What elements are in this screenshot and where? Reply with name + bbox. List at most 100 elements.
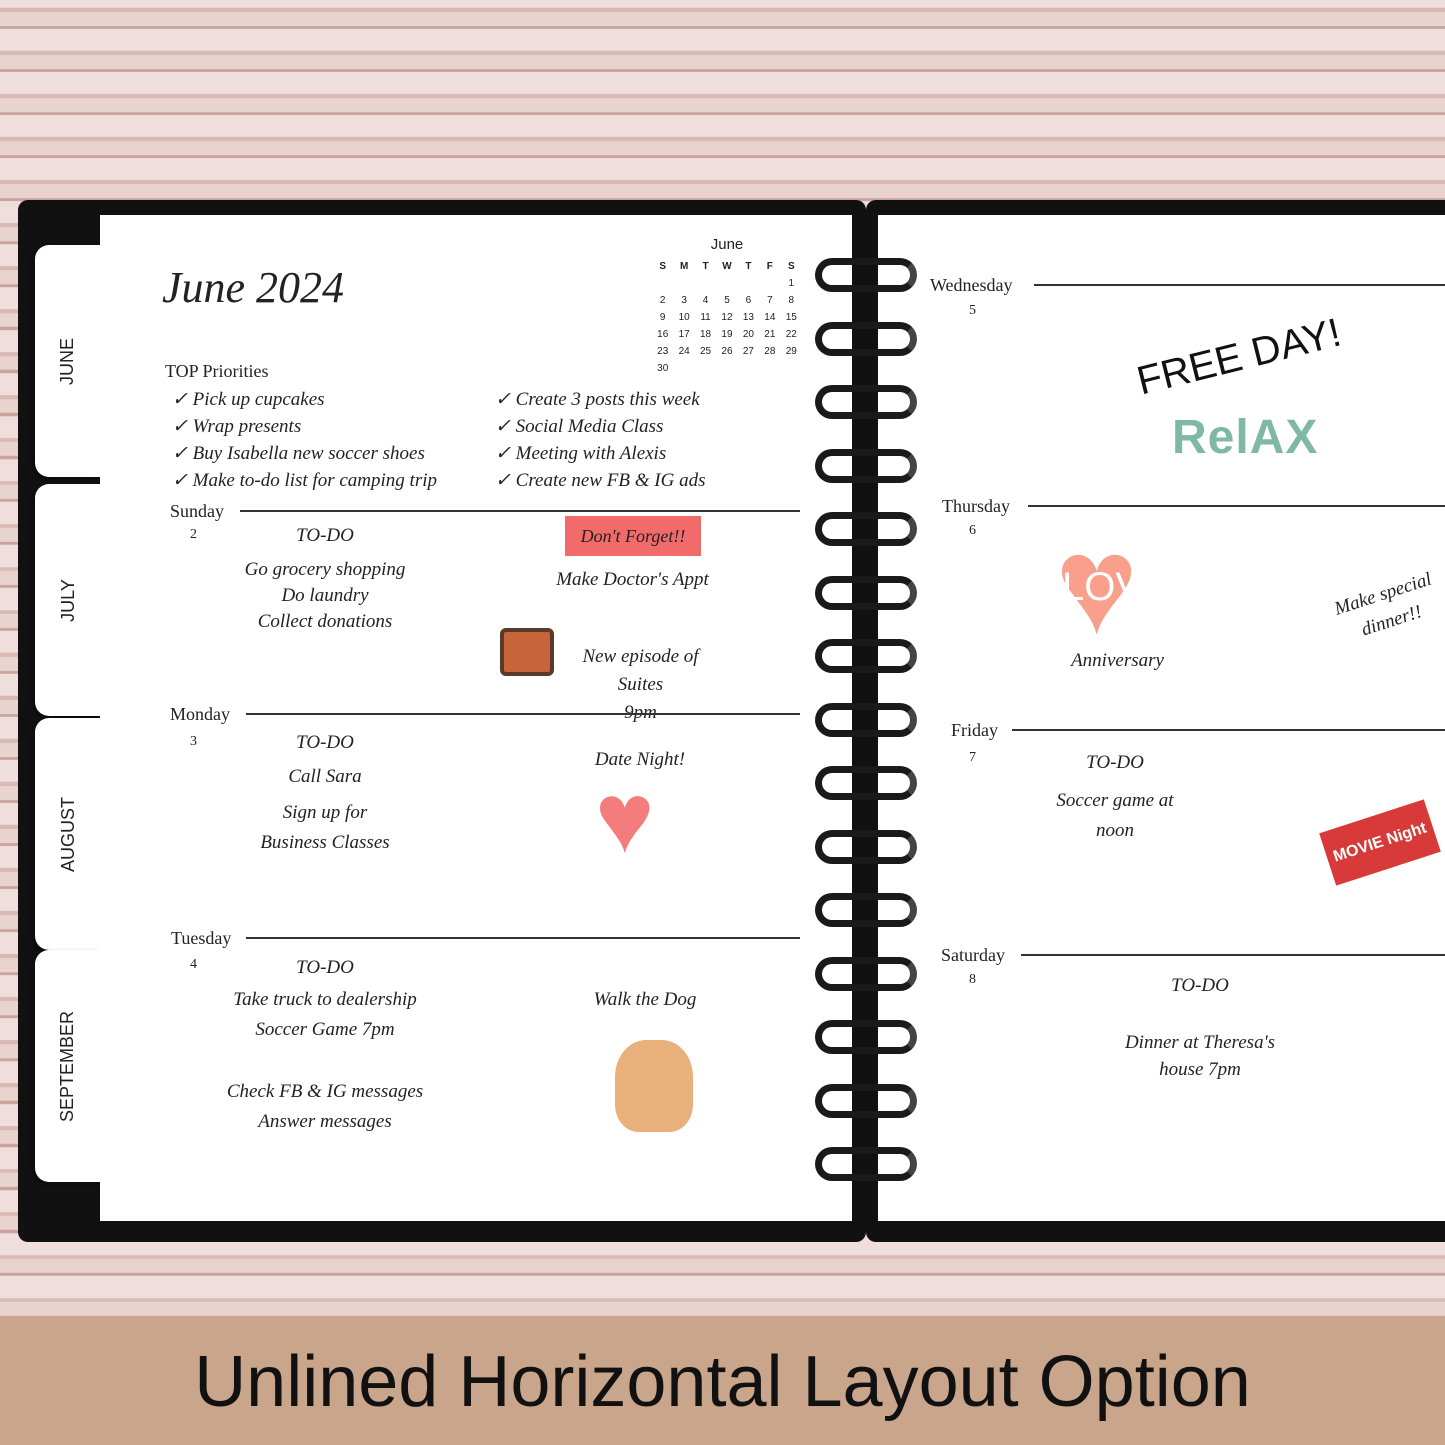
calendar-day[interactable]: 26 — [716, 346, 737, 357]
tab-label: JULY — [57, 578, 78, 622]
todo-label: TO-DO — [1171, 975, 1229, 996]
calendar-day[interactable]: 29 — [781, 346, 802, 357]
tab-september[interactable]: SEPTEMBER — [35, 950, 101, 1182]
calendar-day[interactable]: 6 — [738, 295, 759, 306]
tv-icon — [500, 628, 554, 676]
note: Make Doctor's Appt — [556, 569, 709, 590]
calendar-day[interactable]: 9 — [652, 312, 673, 323]
note: Walk the Dog — [593, 989, 697, 1010]
calendar-day[interactable]: 8 — [781, 295, 802, 306]
calendar-day[interactable]: 22 — [781, 329, 802, 340]
tab-july[interactable]: JULY — [35, 484, 101, 716]
calendar-day — [738, 278, 759, 289]
spiral-ring — [815, 702, 917, 737]
checkmark-icon: ✓ — [495, 389, 516, 410]
tab-june[interactable]: JUNE — [35, 245, 101, 477]
day-number: 3 — [190, 734, 197, 749]
calendar-day — [759, 278, 780, 289]
calendar-day[interactable]: 5 — [716, 295, 737, 306]
todo-item: Sign up for — [282, 802, 368, 823]
calendar-day[interactable]: 27 — [738, 346, 759, 357]
calendar-day[interactable]: 14 — [759, 312, 780, 323]
calendar-day[interactable]: 17 — [673, 329, 694, 340]
day-saturday: Saturday — [941, 945, 1005, 965]
checkmark-icon: ✓ — [495, 470, 516, 491]
todo-item: Answer messages — [258, 1111, 392, 1132]
calendar-day[interactable]: 4 — [695, 295, 716, 306]
priorities-right: ✓ Create 3 posts this week ✓ Social Media… — [495, 386, 705, 494]
calendar-day[interactable]: 13 — [738, 312, 759, 323]
day-sunday: Sunday — [170, 501, 224, 521]
priorities-left: ✓ Pick up cupcakes ✓ Wrap presents ✓ Buy I… — [172, 386, 437, 494]
checkmark-icon: ✓ — [172, 443, 193, 464]
todo-label: TO-DO — [296, 957, 354, 978]
todo-item: Check FB & IG messages — [226, 1081, 424, 1102]
calendar-day[interactable]: 7 — [759, 295, 780, 306]
spiral-ring — [815, 893, 917, 927]
spiral-ring — [815, 639, 917, 673]
priority-item: ✓ Buy Isabella new soccer shoes — [172, 440, 437, 467]
calendar-day[interactable]: 21 — [759, 329, 780, 340]
weekday-label: T — [702, 261, 709, 272]
weekday-label: M — [679, 261, 689, 272]
priority-text: Meeting with Alexis — [515, 443, 667, 464]
calendar-day[interactable]: 30 — [652, 363, 673, 374]
todo-item: Go grocery shopping — [244, 559, 406, 580]
calendar-day[interactable]: 16 — [652, 329, 673, 340]
friday-todo: TO-DO Soccer game at noon — [1030, 746, 1200, 846]
calendar-day[interactable]: 24 — [673, 346, 694, 357]
calendar-day[interactable]: 10 — [673, 312, 694, 323]
banner-text: Unlined Horizontal Layout Option — [194, 1341, 1251, 1422]
priority-item: ✓ Make to-do list for camping trip — [172, 467, 437, 494]
calendar-day — [673, 278, 694, 289]
calendar-day[interactable]: 1 — [781, 278, 802, 289]
priority-item: ✓ Pick up cupcakes — [172, 386, 437, 413]
priority-text: Create new FB & IG ads — [515, 470, 706, 491]
weekday-label: T — [745, 261, 752, 272]
tab-august[interactable]: AUGUST — [35, 718, 101, 950]
page-title: June 2024 — [162, 263, 345, 312]
weekday-label: S — [659, 261, 667, 272]
calendar-month: June — [710, 236, 744, 253]
weekday-label: W — [722, 261, 732, 272]
monday-todo: TO-DO Call Sara Sign up for Business Cla… — [225, 726, 425, 858]
calendar-day[interactable]: 12 — [716, 312, 737, 323]
dont-forget-sticker: Don't Forget!! — [565, 516, 701, 556]
calendar-day — [695, 278, 716, 289]
tab-label: AUGUST — [57, 796, 78, 872]
day-number: 6 — [969, 523, 976, 538]
day-thursday: Thursday — [942, 496, 1010, 516]
note: Anniversary — [1071, 650, 1164, 671]
calendar-day[interactable]: 18 — [695, 329, 716, 340]
spiral-ring — [815, 956, 917, 991]
todo-label: TO-DO — [296, 732, 354, 753]
todo-item: Soccer Game 7pm — [255, 1019, 395, 1040]
day-tuesday: Tuesday — [171, 928, 232, 948]
spiral-ring — [815, 321, 917, 356]
spiral-ring — [815, 1083, 917, 1118]
priority-item: ✓ Wrap presents — [172, 413, 437, 440]
saturday-todo: TO-DO Dinner at Theresa's house 7pm — [1100, 972, 1300, 1083]
divider — [1021, 954, 1445, 956]
calendar-day[interactable]: 2 — [652, 295, 673, 306]
tuesday-todo: TO-DO Take truck to dealership Soccer Ga… — [205, 953, 445, 1137]
day-number: 7 — [969, 750, 976, 765]
priority-item: ✓ Social Media Class — [495, 413, 705, 440]
dog-icon — [615, 1040, 693, 1132]
day-wednesday: Wednesday — [930, 275, 1013, 295]
spiral-ring — [815, 766, 917, 800]
priority-item: ✓ Meeting with Alexis — [495, 440, 705, 467]
weekday-label: S — [787, 261, 795, 272]
calendar-day[interactable]: 15 — [781, 312, 802, 323]
calendar-day[interactable]: 20 — [738, 329, 759, 340]
calendar-day[interactable]: 28 — [759, 346, 780, 357]
todo-item: Call Sara — [288, 766, 362, 787]
sunday-todo: TO-DO Go grocery shopping Do laundry Col… — [225, 523, 425, 635]
calendar-day[interactable]: 11 — [695, 312, 716, 323]
todo-item: house 7pm — [1159, 1059, 1241, 1080]
calendar-day[interactable]: 25 — [695, 346, 716, 357]
calendar-day[interactable]: 3 — [673, 295, 694, 306]
calendar-day[interactable]: 19 — [716, 329, 737, 340]
calendar-day[interactable]: 23 — [652, 346, 673, 357]
todo-item: Dinner at Theresa's — [1124, 1032, 1276, 1053]
